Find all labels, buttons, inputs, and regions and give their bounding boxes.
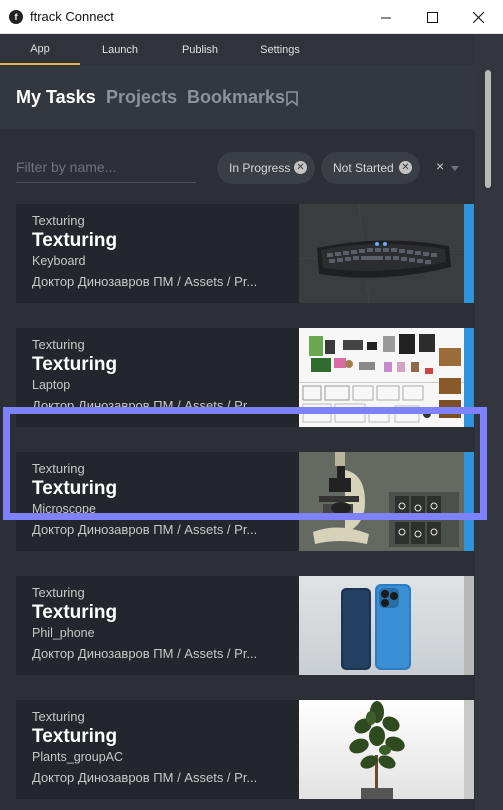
phone-thumbnail — [299, 576, 464, 675]
status-indicator — [464, 204, 474, 303]
tab-app[interactable]: App — [0, 34, 80, 65]
task-path: Доктор Динозавров ПМ / Assets / Pr... — [32, 522, 258, 537]
task-path: Доктор Динозавров ПМ / Assets / Pr... — [32, 770, 258, 785]
task-path: Доктор Динозавров ПМ / Assets / Pr... — [32, 274, 258, 289]
tab-settings[interactable]: Settings — [240, 34, 320, 65]
section-bookmarks[interactable]: Bookmarks — [187, 87, 285, 108]
task-type: Texturing — [32, 709, 85, 724]
ftrack-app-icon: f — [9, 10, 23, 24]
maximize-button[interactable] — [409, 0, 455, 34]
task-path: Доктор Динозавров ПМ / Assets / Pr... — [32, 646, 258, 661]
keyboard-thumbnail — [299, 204, 464, 303]
task-object: Keyboard — [32, 254, 86, 268]
window-titlebar: f ftrack Connect — [0, 0, 503, 34]
chip-label: In Progress — [229, 161, 291, 175]
minimize-button[interactable] — [363, 0, 409, 34]
chip-label: Not Started — [333, 161, 394, 175]
bookmark-icon[interactable] — [286, 91, 298, 106]
section-projects[interactable]: Projects — [106, 87, 177, 108]
window-title: ftrack Connect — [30, 9, 114, 24]
close-icon — [472, 11, 484, 23]
task-card[interactable]: Texturing Texturing Plants_groupAC Докто… — [16, 700, 474, 799]
task-type: Texturing — [32, 585, 85, 600]
status-indicator — [464, 576, 474, 675]
task-name: Texturing — [32, 230, 118, 251]
task-type: Texturing — [32, 337, 85, 352]
minimize-icon — [380, 17, 391, 18]
task-name: Texturing — [32, 354, 118, 375]
tab-launch[interactable]: Launch — [80, 34, 160, 65]
chevron-down-icon[interactable] — [451, 166, 459, 171]
status-indicator — [464, 700, 474, 799]
status-chip-in-progress[interactable]: In Progress ✕ — [217, 152, 315, 184]
top-navbar: App Launch Publish Settings — [0, 34, 475, 65]
selected-task-highlight — [3, 407, 487, 520]
plant-thumbnail — [299, 700, 464, 799]
maximize-icon — [426, 11, 438, 23]
task-name: Texturing — [32, 602, 118, 623]
filter-by-name-input[interactable] — [16, 151, 196, 183]
task-name: Texturing — [32, 726, 118, 747]
remove-chip-icon[interactable]: ✕ — [294, 161, 307, 174]
task-object: Phil_phone — [32, 626, 95, 640]
remove-chip-icon[interactable]: ✕ — [399, 161, 412, 174]
close-button[interactable] — [455, 0, 501, 34]
clear-filters-button[interactable]: × — [436, 158, 444, 174]
task-card[interactable]: Texturing Texturing Phil_phone Доктор Ди… — [16, 576, 474, 675]
tab-publish[interactable]: Publish — [160, 34, 240, 65]
task-type: Texturing — [32, 213, 85, 228]
task-card[interactable]: Texturing Texturing Keyboard Доктор Дино… — [16, 204, 474, 303]
scrollbar-thumb[interactable] — [485, 70, 491, 188]
section-my-tasks[interactable]: My Tasks — [16, 87, 96, 108]
task-object: Plants_groupAC — [32, 750, 124, 764]
task-object: Laptop — [32, 378, 71, 392]
status-chip-not-started[interactable]: Not Started ✕ — [321, 152, 420, 184]
